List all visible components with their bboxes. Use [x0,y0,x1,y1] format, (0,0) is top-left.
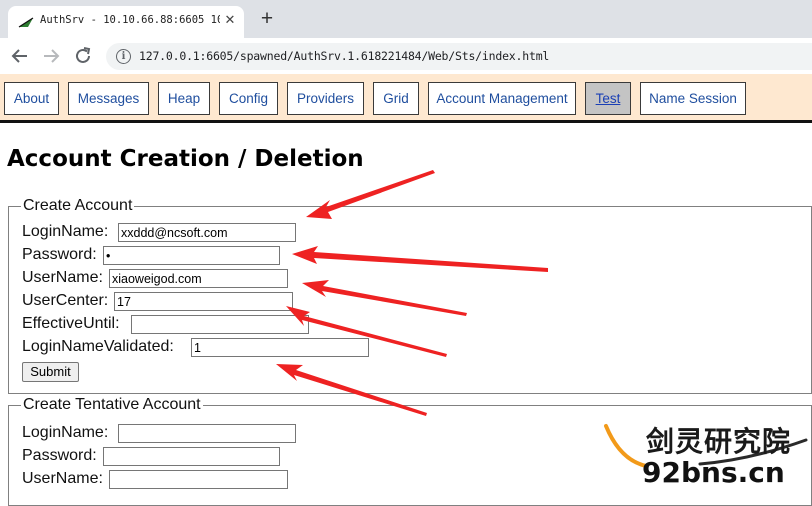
tentative-password-label: Password: [22,447,97,464]
username-label: UserName: [22,269,103,286]
nav-config[interactable]: Config [219,82,278,115]
tentative-username-input[interactable] [109,470,288,489]
loginname-input[interactable] [118,223,296,242]
site-favicon-icon [18,17,34,28]
password-label: Password: [22,246,97,263]
watermark-domain-text: 92bns.cn [642,456,785,489]
forward-arrow-icon[interactable] [40,45,62,67]
browser-tab-strip: AuthSrv - 10.10.66.88:6605 10 ✕ + [0,0,812,38]
tab-close-icon[interactable]: ✕ [222,12,238,28]
loginnamevalidated-label: LoginNameValidated: [22,338,174,355]
address-bar[interactable]: i 127.0.0.1:6605/spawned/AuthSrv.1.61822… [106,43,812,70]
url-text[interactable]: 127.0.0.1:6605/spawned/AuthSrv.1.6182214… [139,49,549,63]
reload-icon[interactable] [72,45,94,67]
effectiveuntil-input[interactable] [131,315,309,334]
tentative-username-label: UserName: [22,470,103,487]
tentative-password-input[interactable] [103,447,280,466]
tentative-loginname-input[interactable] [118,424,296,443]
nav-messages[interactable]: Messages [68,82,149,115]
tentative-loginname-label: LoginName: [22,424,109,441]
create-tentative-legend: Create Tentative Account [23,396,201,413]
password-input[interactable] [103,246,280,265]
effectiveuntil-label: EffectiveUntil: [22,315,120,332]
nav-providers[interactable]: Providers [287,82,364,115]
browser-toolbar: i 127.0.0.1:6605/spawned/AuthSrv.1.61822… [0,38,812,74]
tab-title: AuthSrv - 10.10.66.88:6605 10 [40,14,220,26]
browser-tab[interactable]: AuthSrv - 10.10.66.88:6605 10 ✕ [8,6,244,38]
submit-button[interactable]: Submit [22,362,79,382]
info-icon[interactable]: i [116,49,131,64]
nav-test[interactable]: Test [585,82,631,115]
nav-about[interactable]: About [4,82,59,115]
watermark-chinese-text: 剑灵研究院 [646,425,792,458]
loginname-label: LoginName: [22,223,109,240]
create-account-legend: Create Account [23,197,133,214]
page-nav: About Messages Heap Config Providers Gri… [0,74,812,123]
nav-name-session[interactable]: Name Session [640,82,746,115]
nav-account-management[interactable]: Account Management [428,82,576,115]
back-arrow-icon[interactable] [9,45,31,67]
usercenter-label: UserCenter: [22,292,109,309]
page-title: Account Creation / Deletion [7,146,364,172]
usercenter-input[interactable] [114,292,293,311]
watermark-logo: 剑灵研究院 92bns.cn [600,420,812,493]
nav-heap[interactable]: Heap [158,82,210,115]
loginnamevalidated-input[interactable] [191,338,369,357]
username-input[interactable] [109,269,288,288]
new-tab-icon[interactable]: + [256,8,278,30]
nav-grid[interactable]: Grid [373,82,419,115]
